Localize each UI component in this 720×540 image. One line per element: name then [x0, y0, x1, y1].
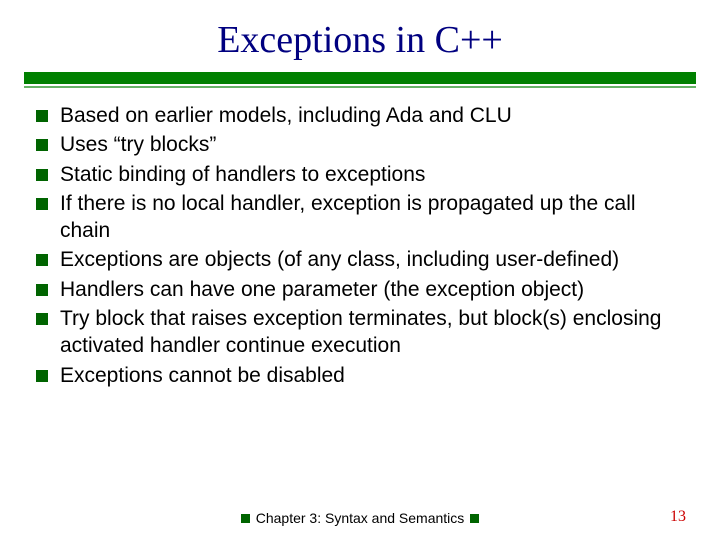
- list-item-text: Static binding of handlers to exceptions: [60, 161, 425, 188]
- list-item: Uses “try blocks”: [36, 131, 684, 158]
- square-bullet-icon: [36, 254, 48, 266]
- list-item: Exceptions cannot be disabled: [36, 362, 684, 389]
- square-bullet-icon: [36, 284, 48, 296]
- square-bullet-icon: [36, 110, 48, 122]
- square-bullet-icon: [36, 370, 48, 382]
- list-item-text: Exceptions are objects (of any class, in…: [60, 246, 619, 273]
- slide-title: Exceptions in C++: [0, 0, 720, 72]
- square-bullet-icon: [36, 313, 48, 325]
- list-item: Try block that raises exception terminat…: [36, 305, 684, 360]
- title-rule: [0, 72, 720, 88]
- square-bullet-icon: [36, 169, 48, 181]
- bullet-list: Based on earlier models, including Ada a…: [0, 88, 720, 389]
- footer: Chapter 3: Syntax and Semantics: [0, 510, 720, 526]
- list-item: Exceptions are objects (of any class, in…: [36, 246, 684, 273]
- list-item-text: Handlers can have one parameter (the exc…: [60, 276, 584, 303]
- list-item: Based on earlier models, including Ada a…: [36, 102, 684, 129]
- list-item-text: If there is no local handler, exception …: [60, 190, 684, 245]
- list-item-text: Uses “try blocks”: [60, 131, 216, 158]
- square-bullet-icon: [36, 198, 48, 210]
- list-item: Static binding of handlers to exceptions: [36, 161, 684, 188]
- square-bullet-icon: [241, 514, 250, 523]
- list-item: If there is no local handler, exception …: [36, 190, 684, 245]
- square-bullet-icon: [36, 139, 48, 151]
- list-item-text: Based on earlier models, including Ada a…: [60, 102, 512, 129]
- footer-text: Chapter 3: Syntax and Semantics: [256, 510, 465, 526]
- page-number: 13: [670, 508, 686, 526]
- square-bullet-icon: [470, 514, 479, 523]
- list-item: Handlers can have one parameter (the exc…: [36, 276, 684, 303]
- list-item-text: Exceptions cannot be disabled: [60, 362, 345, 389]
- list-item-text: Try block that raises exception terminat…: [60, 305, 684, 360]
